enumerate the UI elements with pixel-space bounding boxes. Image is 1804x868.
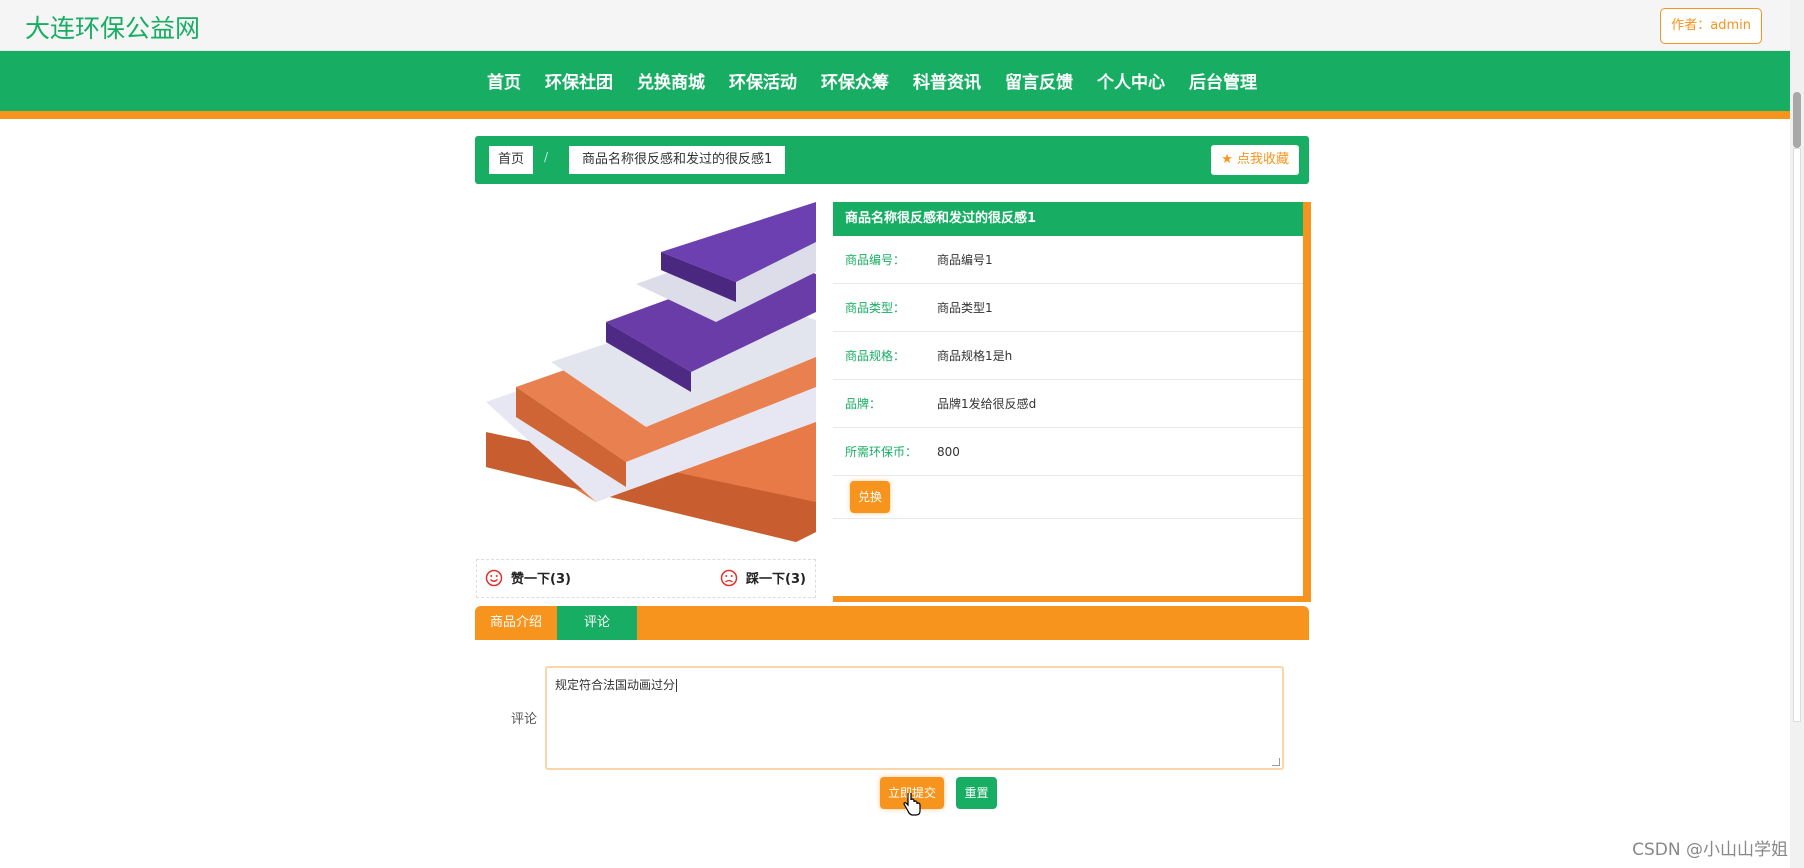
- exchange-row: 兑换: [833, 476, 1303, 519]
- hand-pointer-icon: [903, 793, 921, 816]
- watermark: CSDN @小山山学姐: [1632, 840, 1788, 860]
- nav-item-admin[interactable]: 后台管理: [1189, 51, 1257, 111]
- dislike-label: 踩一下(3): [746, 572, 806, 587]
- nav-item-mall[interactable]: 兑换商城: [637, 51, 705, 111]
- nav-item-news[interactable]: 科普资讯: [913, 51, 981, 111]
- detail-row-coins: 所需环保币： 800: [833, 428, 1303, 476]
- detail-value: 商品类型1: [937, 301, 993, 315]
- comment-text: 规定符合法国动画过分: [555, 678, 676, 692]
- detail-label: 品牌：: [845, 397, 882, 411]
- resize-grip[interactable]: [1272, 758, 1280, 766]
- detail-label: 商品编号：: [845, 253, 906, 267]
- like-button[interactable]: 赞一下(3): [485, 568, 571, 587]
- nav-item-activities[interactable]: 环保活动: [729, 51, 797, 111]
- favorite-label: 点我收藏: [1236, 152, 1289, 167]
- detail-label: 所需环保币：: [845, 445, 918, 459]
- detail-value: 800: [937, 444, 960, 459]
- nav-item-profile[interactable]: 个人中心: [1097, 51, 1165, 111]
- scrollbar-thumb[interactable]: [1793, 92, 1801, 148]
- detail-row-type: 商品类型： 商品类型1: [833, 284, 1303, 332]
- detail-value: 品牌1发给很反感d: [937, 397, 1037, 411]
- exchange-button[interactable]: 兑换: [850, 481, 890, 513]
- nav-item-clubs[interactable]: 环保社团: [545, 51, 613, 111]
- detail-row-brand: 品牌： 品牌1发给很反感d: [833, 380, 1303, 428]
- detail-label: 商品规格：: [845, 349, 906, 363]
- breadcrumb-home[interactable]: 首页: [489, 146, 534, 174]
- tab-product-intro[interactable]: 商品介绍: [475, 606, 557, 640]
- author-badge[interactable]: 作者：admin: [1660, 8, 1762, 44]
- scrollbar-track: [1793, 148, 1801, 722]
- nav-item-crowdfunding[interactable]: 环保众筹: [821, 51, 889, 111]
- breadcrumb-current: 商品名称很反感和发过的很反感1: [569, 146, 786, 174]
- top-header: 大连环保公益网 作者：admin: [0, 0, 1790, 51]
- vote-box: 赞一下(3) 踩一下(3): [476, 559, 816, 598]
- frown-icon: [720, 569, 738, 586]
- tab-comments[interactable]: 评论: [557, 606, 637, 640]
- product-image: [476, 202, 816, 542]
- main-nav: 首页 环保社团 兑换商城 环保活动 环保众筹 科普资讯 留言反馈 个人中心 后台…: [0, 51, 1790, 119]
- detail-row-spec: 商品规格： 商品规格1是h: [833, 332, 1303, 380]
- page-scrollbar[interactable]: [1790, 0, 1804, 868]
- text-caret: [676, 679, 678, 692]
- detail-row-code: 商品编号： 商品编号1: [833, 236, 1303, 284]
- smile-icon: [485, 569, 503, 586]
- nav-item-feedback[interactable]: 留言反馈: [1005, 51, 1073, 111]
- product-detail-card: 商品名称很反感和发过的很反感1 商品编号： 商品编号1 商品类型： 商品类型1 …: [833, 202, 1311, 602]
- like-label: 赞一下(3): [511, 572, 571, 587]
- site-title[interactable]: 大连环保公益网: [25, 9, 200, 45]
- dislike-button[interactable]: 踩一下(3): [720, 568, 806, 587]
- nav-item-home[interactable]: 首页: [487, 51, 521, 111]
- comment-textarea[interactable]: 规定符合法国动画过分: [545, 666, 1284, 770]
- favorite-button[interactable]: ★ 点我收藏: [1211, 145, 1299, 175]
- product-title: 商品名称很反感和发过的很反感1: [833, 202, 1303, 236]
- breadcrumb: 首页 / 商品名称很反感和发过的很反感1 ★ 点我收藏: [475, 136, 1309, 184]
- reset-button[interactable]: 重置: [956, 777, 997, 809]
- detail-value: 商品编号1: [937, 253, 993, 267]
- breadcrumb-separator: /: [544, 150, 549, 164]
- star-icon: ★: [1221, 152, 1233, 167]
- comment-label: 评论: [511, 712, 538, 727]
- tab-bar: 商品介绍 评论: [475, 606, 1309, 640]
- detail-value: 商品规格1是h: [937, 349, 1013, 363]
- detail-label: 商品类型：: [845, 301, 906, 315]
